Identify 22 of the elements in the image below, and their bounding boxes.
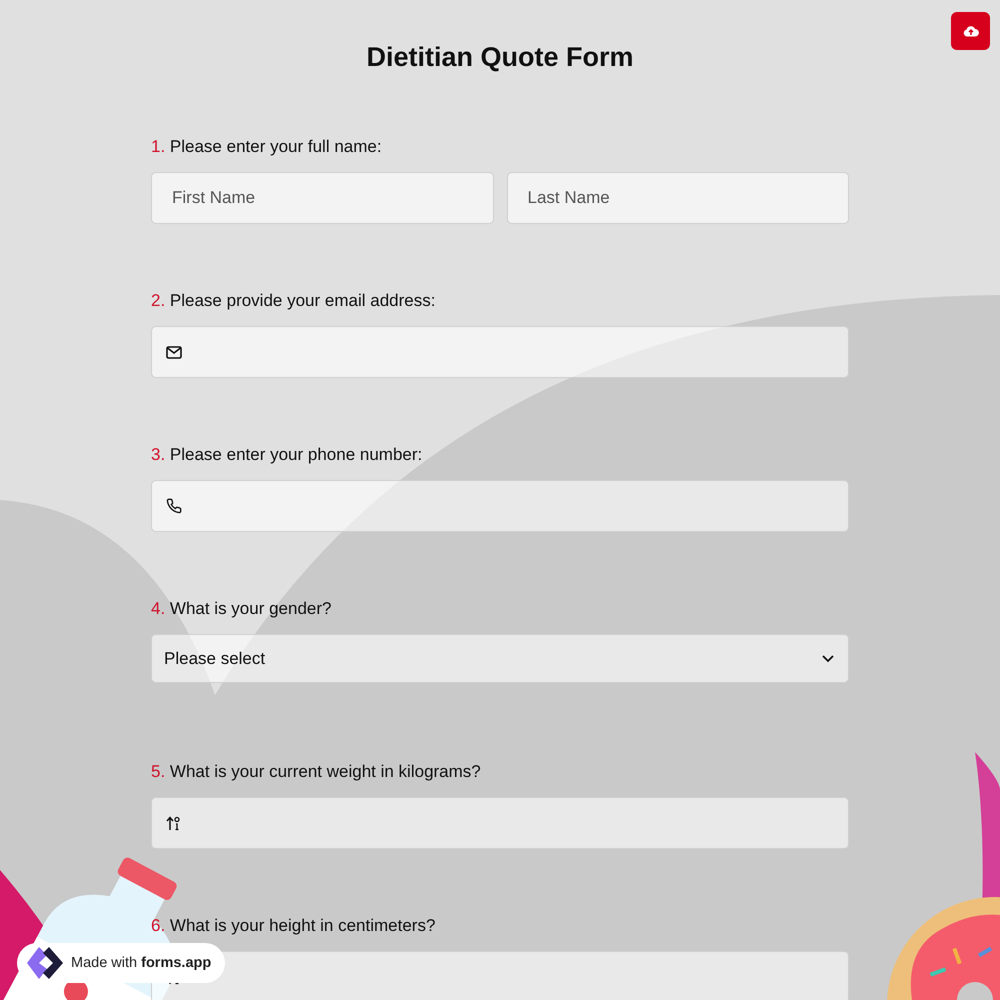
number-sort-icon: [166, 816, 181, 830]
phone-icon: [166, 498, 182, 514]
phone-field[interactable]: [151, 480, 849, 532]
number-field[interactable]: [151, 797, 849, 849]
gender-dropdown[interactable]: Please select: [151, 634, 849, 683]
question-label: 5. What is your current weight in kilograms?: [151, 761, 482, 783]
chevron-down-icon: [822, 654, 834, 662]
question-label: 3. Please enter your phone number:: [151, 444, 424, 466]
mail-icon: [166, 346, 182, 358]
question-label: 1. Please enter your full name:: [151, 136, 383, 158]
input-field[interactable]: Last Name: [506, 172, 849, 224]
badge-text: Made with forms.app: [71, 955, 212, 971]
question-label: 4. What is your gender?: [151, 598, 332, 620]
email-field[interactable]: [151, 326, 849, 378]
question-label: 6. What is your height in centimeters?: [151, 915, 436, 937]
question-label: 2. Please provide your email address:: [151, 290, 436, 312]
logo-icon: [25, 945, 65, 981]
form-title: Dietitian Quote Form: [365, 41, 634, 74]
upload-button[interactable]: [951, 12, 990, 50]
made-with-badge[interactable]: Made with forms.app: [17, 943, 226, 983]
cloud-upload-icon: [962, 25, 978, 37]
input-field[interactable]: First Name: [151, 172, 494, 224]
